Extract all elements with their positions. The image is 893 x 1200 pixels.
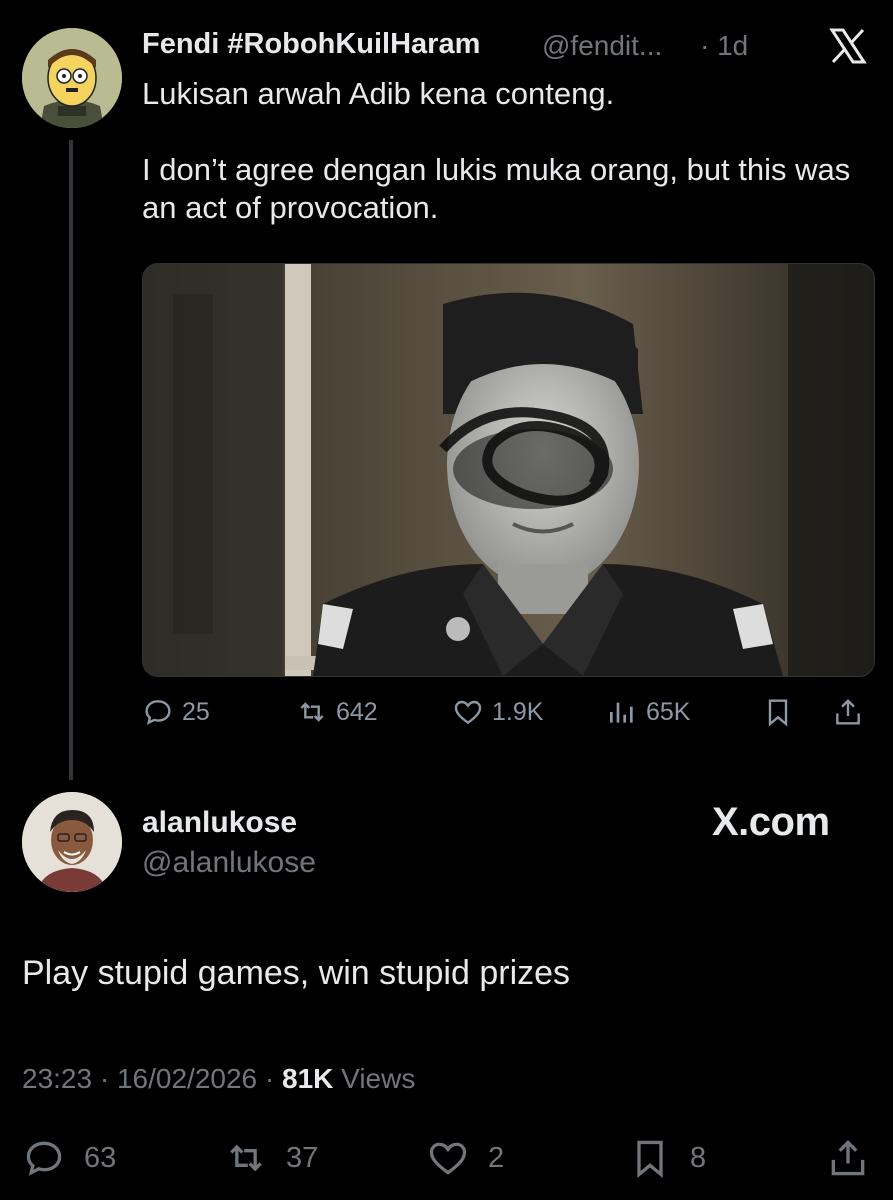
like-icon: [454, 700, 482, 725]
reply-like-count: 2: [488, 1141, 505, 1174]
quoted-views-count: 65K: [646, 697, 691, 726]
reply-bookmark-button[interactable]: 8: [628, 1136, 706, 1180]
reply-author-avatar[interactable]: [22, 792, 122, 892]
quoted-like-button[interactable]: 1.9K: [452, 696, 543, 728]
quoted-author-handle[interactable]: @fendit...: [542, 30, 662, 62]
repost-icon: [300, 702, 324, 722]
quoted-repost-count: 642: [336, 697, 378, 726]
quoted-tweet-image[interactable]: [142, 263, 875, 677]
share-icon: [831, 1140, 865, 1176]
reply-tweet-meta: 23:23 · 16/02/2026 · 81K Views: [22, 1063, 415, 1095]
thread-connector-line: [69, 140, 73, 780]
quoted-tweet-time[interactable]: · 1d: [700, 30, 748, 62]
quoted-reply-count: 25: [182, 697, 210, 726]
bookmark-icon: [768, 699, 788, 727]
quoted-bookmark-button[interactable]: [762, 696, 794, 728]
reply-share-button[interactable]: [826, 1136, 870, 1180]
reply-repost-button[interactable]: 37: [224, 1136, 318, 1180]
reply-tweet-date[interactable]: 16/02/2026: [117, 1063, 257, 1094]
meta-separator: ·: [99, 1063, 117, 1094]
reply-icon: [145, 700, 171, 725]
reply-like-button[interactable]: 2: [426, 1136, 504, 1180]
x-com-brand: X.com: [712, 800, 830, 844]
quoted-author-name[interactable]: Fendi #RobohKuilHaram: [142, 28, 480, 61]
repost-icon: [230, 1144, 262, 1172]
reply-reply-count: 63: [84, 1141, 117, 1174]
quoted-views-button[interactable]: 65K: [606, 696, 690, 728]
reply-views-count: 81K: [282, 1063, 334, 1094]
quoted-like-count: 1.9K: [492, 697, 544, 726]
reply-tweet-text: Play stupid games, win stupid prizes: [22, 954, 571, 992]
views-icon: [610, 702, 633, 723]
reply-reply-button[interactable]: 63: [22, 1136, 116, 1180]
meta-separator: ·: [264, 1063, 282, 1094]
reply-repost-count: 37: [286, 1141, 319, 1174]
reply-tweet-time[interactable]: 23:23: [22, 1063, 92, 1094]
reply-icon: [26, 1141, 62, 1176]
like-icon: [429, 1142, 467, 1175]
quoted-author-avatar[interactable]: [22, 28, 122, 128]
x-logo-icon: [828, 26, 868, 77]
bookmark-icon: [637, 1140, 663, 1179]
quoted-share-button[interactable]: [832, 696, 864, 728]
reply-author-handle[interactable]: @alanlukose: [142, 846, 316, 880]
reply-author-name[interactable]: alanlukose: [142, 806, 297, 840]
quoted-repost-button[interactable]: 642: [296, 696, 378, 728]
reply-views-label: Views: [341, 1063, 416, 1094]
quoted-reply-button[interactable]: 25: [142, 696, 210, 728]
quoted-tweet-text: Lukisan arwah Adib kena conteng. I don’t…: [142, 76, 851, 225]
share-icon: [836, 698, 860, 725]
reply-bookmark-count: 8: [690, 1141, 707, 1174]
